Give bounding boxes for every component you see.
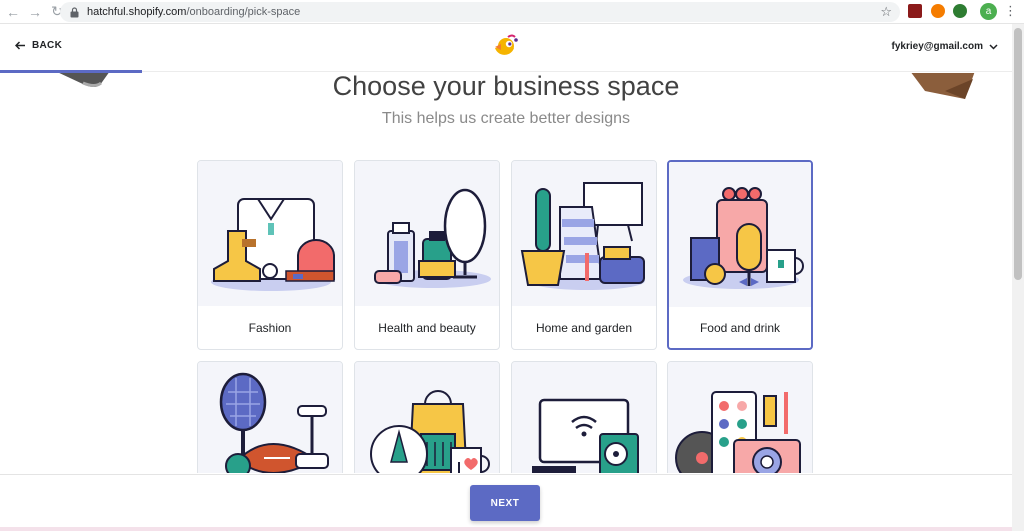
food-drink-illustration xyxy=(669,162,811,307)
category-card-food-and-drink[interactable]: Food and drink xyxy=(667,160,813,350)
next-button[interactable]: NEXT xyxy=(470,485,540,521)
category-label: Fashion xyxy=(248,321,292,335)
account-email: fykriey@gmail.com xyxy=(891,41,983,52)
scrollbar-thumb[interactable] xyxy=(1014,28,1022,280)
app-header: BACK fykriey@gmail.com xyxy=(0,24,1012,72)
category-label: Home and garden xyxy=(535,321,633,335)
browser-toolbar: ← → ↻ hatchful.shopify.com/onboarding/pi… xyxy=(0,0,1024,24)
back-button[interactable]: BACK xyxy=(15,40,62,51)
bookmark-star-icon[interactable]: ☆ xyxy=(880,4,892,20)
chevron-down-icon xyxy=(989,43,998,50)
bottom-strip xyxy=(0,527,1012,531)
profile-avatar[interactable]: a xyxy=(980,3,997,20)
category-card-tech[interactable] xyxy=(511,361,657,473)
art-illustration xyxy=(668,362,812,473)
back-label: BACK xyxy=(32,40,63,51)
category-card-home-and-garden[interactable]: Home and garden xyxy=(511,160,657,350)
footer-bar: NEXT xyxy=(0,474,1012,531)
address-bar[interactable]: hatchful.shopify.com/onboarding/pick-spa… xyxy=(60,2,900,22)
url-path: /onboarding/pick-space xyxy=(186,6,301,18)
category-card-health-and-beauty[interactable]: Health and beauty xyxy=(354,160,500,350)
url-text: hatchful.shopify.com/onboarding/pick-spa… xyxy=(87,6,300,18)
sports-illustration xyxy=(198,362,342,473)
page-title: Choose your business space xyxy=(332,73,680,101)
category-card-travel[interactable] xyxy=(354,361,500,473)
category-label: Food and drink xyxy=(699,321,781,335)
category-label: Health and beauty xyxy=(378,321,476,335)
main-content: Choose your business space This helps us… xyxy=(0,73,1012,473)
forward-arrow-icon[interactable]: → xyxy=(26,3,44,21)
travel-illustration xyxy=(355,362,499,473)
page-scrollbar[interactable] xyxy=(1012,24,1024,531)
health-beauty-illustration xyxy=(355,161,499,306)
back-arrow-icon[interactable]: ← xyxy=(4,3,22,21)
category-card-sports[interactable] xyxy=(197,361,343,473)
arrow-left-icon xyxy=(15,41,25,50)
menu-dots-icon[interactable]: ⋮ xyxy=(1004,3,1017,19)
page-subtitle: This helps us create better designs xyxy=(381,110,631,127)
extension-icon[interactable] xyxy=(931,4,945,18)
url-host: hatchful.shopify.com xyxy=(87,6,187,18)
hatchful-logo xyxy=(495,34,518,55)
lock-icon xyxy=(70,6,79,17)
account-menu[interactable]: fykriey@gmail.com xyxy=(892,41,998,52)
category-card-fashion[interactable]: Fashion xyxy=(197,160,343,350)
category-card-art[interactable] xyxy=(667,361,813,473)
pdf-extension-icon[interactable] xyxy=(908,4,922,18)
tech-illustration xyxy=(512,362,656,473)
home-garden-illustration xyxy=(512,161,656,306)
globe-extension-icon[interactable] xyxy=(953,4,967,18)
fashion-illustration xyxy=(198,161,342,306)
